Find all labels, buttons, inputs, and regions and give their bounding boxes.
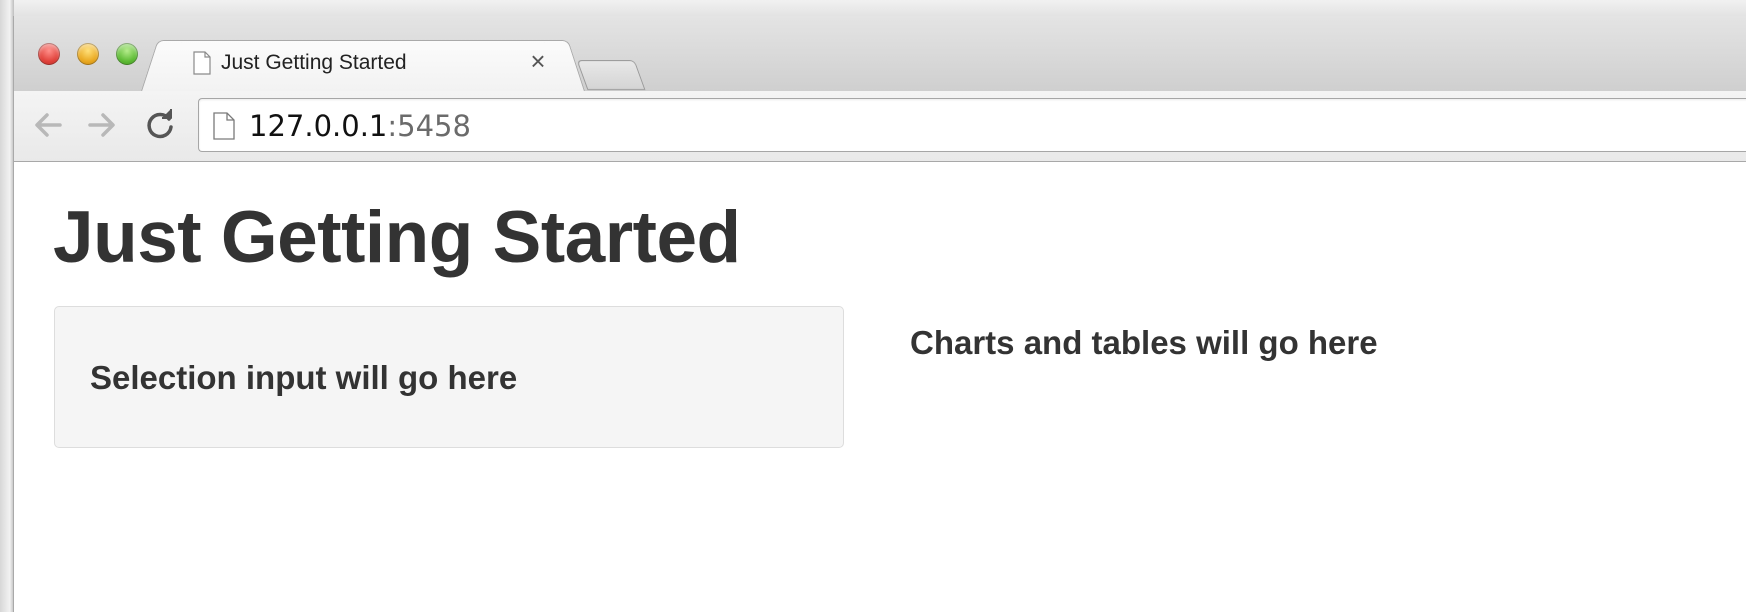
- page-icon: [193, 51, 211, 75]
- window-controls: [38, 43, 138, 65]
- tab-active[interactable]: Just Getting Started ×: [162, 40, 564, 93]
- page-title: Just Getting Started: [53, 197, 741, 278]
- url-port: :5458: [387, 109, 471, 143]
- browser-window: Just Getting Started × 127.0.0.1:5458 Ju…: [13, 16, 1746, 612]
- window-shadow: [0, 0, 14, 612]
- sidebar-placeholder-text: Selection input will go here: [90, 359, 518, 396]
- close-window-button[interactable]: [38, 43, 60, 65]
- page-icon: [213, 112, 235, 140]
- main-panel-placeholder-text: Charts and tables will go here: [910, 324, 1378, 361]
- minimize-window-button[interactable]: [77, 43, 99, 65]
- new-tab-button[interactable]: [576, 60, 646, 90]
- url-text[interactable]: 127.0.0.1:5458: [249, 109, 471, 143]
- arrow-right-icon[interactable]: [84, 107, 120, 143]
- sidebar-panel: Selection input will go here: [54, 306, 844, 448]
- desktop-background: [0, 0, 1746, 16]
- tab-strip: Just Getting Started ×: [14, 16, 1746, 93]
- address-bar[interactable]: 127.0.0.1:5458: [198, 98, 1746, 152]
- tab-content: Just Getting Started ×: [163, 41, 563, 93]
- tab-close-icon[interactable]: ×: [525, 46, 551, 76]
- tab-title: Just Getting Started: [221, 51, 407, 74]
- reload-icon[interactable]: [142, 107, 178, 143]
- arrow-left-icon[interactable]: [30, 107, 66, 143]
- browser-toolbar: 127.0.0.1:5458: [14, 91, 1746, 162]
- url-host: 127.0.0.1: [249, 109, 388, 143]
- maximize-window-button[interactable]: [116, 43, 138, 65]
- page-content: Just Getting Started Selection input wil…: [14, 162, 1746, 612]
